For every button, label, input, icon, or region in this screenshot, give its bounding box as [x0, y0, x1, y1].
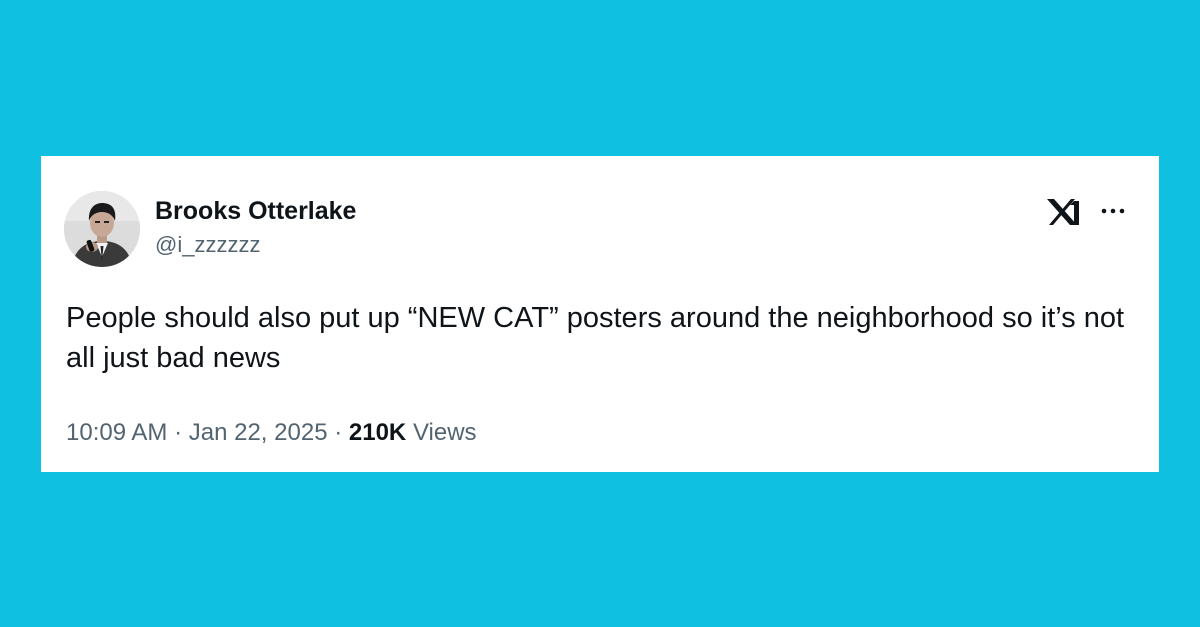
more-options-icon[interactable]: [1098, 202, 1128, 220]
tweet-time[interactable]: 10:09 AM: [66, 419, 167, 446]
meta-separator: ·: [174, 419, 183, 446]
avatar-photo: [64, 191, 140, 267]
tweet-text: People should also put up “NEW CAT” post…: [66, 302, 1125, 374]
meta-separator: ·: [334, 419, 343, 446]
tweet-meta: 10:09 AM · Jan 22, 2025 · 210K Views: [66, 418, 477, 448]
author-display-name[interactable]: Brooks Otterlake: [155, 196, 356, 226]
x-logo-icon[interactable]: [1044, 196, 1080, 228]
author-handle[interactable]: @i_zzzzzz: [155, 231, 260, 259]
tweet-date[interactable]: Jan 22, 2025: [189, 419, 328, 446]
views-label[interactable]: Views: [413, 419, 477, 446]
avatar[interactable]: [64, 191, 140, 267]
views-count[interactable]: 210K: [349, 419, 406, 446]
tweet-card: Brooks Otterlake @i_zzzzzz People should…: [41, 156, 1159, 472]
